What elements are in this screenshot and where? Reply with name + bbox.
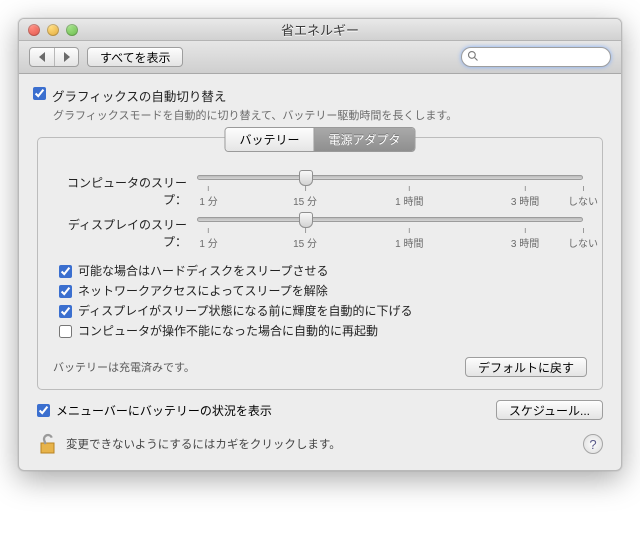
- search-input[interactable]: [461, 47, 611, 67]
- graphics-subtitle: グラフィックスモードを自動的に切り替えて、バッテリー駆動時間を長くします。: [53, 107, 607, 123]
- graphics-title: グラフィックスの自動切り替え: [52, 86, 226, 105]
- slider-tick: 15 分: [293, 228, 317, 250]
- restore-defaults-button[interactable]: デフォルトに戻す: [465, 357, 587, 377]
- search-wrap: [461, 47, 611, 67]
- titlebar: 省エネルギー: [19, 19, 621, 41]
- slider-tick: 3 時間: [511, 228, 539, 250]
- slider-tick: しない: [568, 228, 598, 250]
- options-list: 可能な場合はハードディスクをスリープさせる ネットワークアクセスによってスリープ…: [59, 262, 587, 339]
- tab-power-adapter[interactable]: 電源アダプタ: [314, 128, 415, 151]
- slider-tick: 1 分: [199, 228, 217, 250]
- display-sleep-row: ディスプレイのスリープ： 1 分15 分1 時間3 時間しない: [53, 216, 587, 250]
- checkbox[interactable]: [59, 285, 72, 298]
- tab-battery[interactable]: バッテリー: [225, 128, 313, 151]
- slider-ticks: 1 分15 分1 時間3 時間しない: [197, 186, 583, 208]
- status-row: バッテリーは充電済みです。 デフォルトに戻す: [53, 357, 587, 377]
- help-button[interactable]: ?: [583, 434, 603, 454]
- slider-thumb-icon[interactable]: [299, 212, 313, 228]
- window-title: 省エネルギー: [19, 20, 621, 39]
- computer-sleep-slider[interactable]: [197, 175, 583, 180]
- slider-tick: 1 時間: [395, 186, 423, 208]
- graphics-row: グラフィックスの自動切り替え: [33, 86, 607, 105]
- computer-sleep-row: コンピュータのスリープ： 1 分15 分1 時間3 時間しない: [53, 174, 587, 208]
- lock-row: 変更できないようにするにはカギをクリックします。 ?: [37, 432, 603, 456]
- search-icon: [467, 50, 479, 62]
- toolbar: すべてを表示: [19, 41, 621, 74]
- chevron-left-icon: [39, 52, 45, 62]
- slider-tick: 15 分: [293, 186, 317, 208]
- checkbox[interactable]: [59, 325, 72, 338]
- battery-status-text: バッテリーは充電済みです。: [53, 359, 195, 375]
- zoom-icon[interactable]: [66, 24, 78, 36]
- prefs-window: 省エネルギー すべてを表示 グラフィックスの自動切り替え グラフィックスモードを…: [18, 18, 622, 471]
- option-wake-network[interactable]: ネットワークアクセスによってスリープを解除: [59, 282, 587, 299]
- lock-control[interactable]: 変更できないようにするにはカギをクリックします。: [37, 432, 341, 456]
- option-hdd-sleep[interactable]: 可能な場合はハードディスクをスリープさせる: [59, 262, 587, 279]
- slider-tick: 3 時間: [511, 186, 539, 208]
- minimize-icon[interactable]: [47, 24, 59, 36]
- display-sleep-label: ディスプレイのスリープ：: [53, 216, 193, 250]
- traffic-lights: [19, 24, 78, 36]
- option-dim-before-sleep[interactable]: ディスプレイがスリープ状態になる前に輝度を自動的に下げる: [59, 302, 587, 319]
- content: グラフィックスの自動切り替え グラフィックスモードを自動的に切り替えて、バッテリ…: [19, 74, 621, 470]
- graphics-switch-checkbox[interactable]: [33, 87, 46, 100]
- lock-text: 変更できないようにするにはカギをクリックします。: [66, 436, 341, 452]
- unlock-icon: [37, 432, 59, 456]
- forward-button[interactable]: [54, 48, 78, 66]
- nav-segmented: [29, 47, 79, 67]
- computer-sleep-label: コンピュータのスリープ：: [53, 174, 193, 208]
- back-button[interactable]: [30, 48, 54, 66]
- option-auto-restart[interactable]: コンピュータが操作不能になった場合に自動的に再起動: [59, 322, 587, 339]
- chevron-right-icon: [64, 52, 70, 62]
- slider-tick: 1 時間: [395, 228, 423, 250]
- checkbox[interactable]: [59, 305, 72, 318]
- slider-thumb-icon[interactable]: [299, 170, 313, 186]
- show-all-button[interactable]: すべてを表示: [87, 47, 183, 67]
- checkbox[interactable]: [37, 404, 50, 417]
- slider-ticks: 1 分15 分1 時間3 時間しない: [197, 228, 583, 250]
- slider-tick: 1 分: [199, 186, 217, 208]
- show-battery-menubar[interactable]: メニューバーにバッテリーの状況を表示: [37, 402, 272, 419]
- display-sleep-slider[interactable]: [197, 217, 583, 222]
- schedule-button[interactable]: スケジュール...: [496, 400, 603, 420]
- close-icon[interactable]: [28, 24, 40, 36]
- bottom-row: メニューバーにバッテリーの状況を表示 スケジュール...: [37, 400, 603, 420]
- power-tabs: バッテリー 電源アダプタ: [224, 127, 415, 152]
- checkbox[interactable]: [59, 265, 72, 278]
- power-fieldset: バッテリー 電源アダプタ コンピュータのスリープ： 1 分15 分1 時間3 時…: [37, 137, 603, 390]
- slider-tick: しない: [568, 186, 598, 208]
